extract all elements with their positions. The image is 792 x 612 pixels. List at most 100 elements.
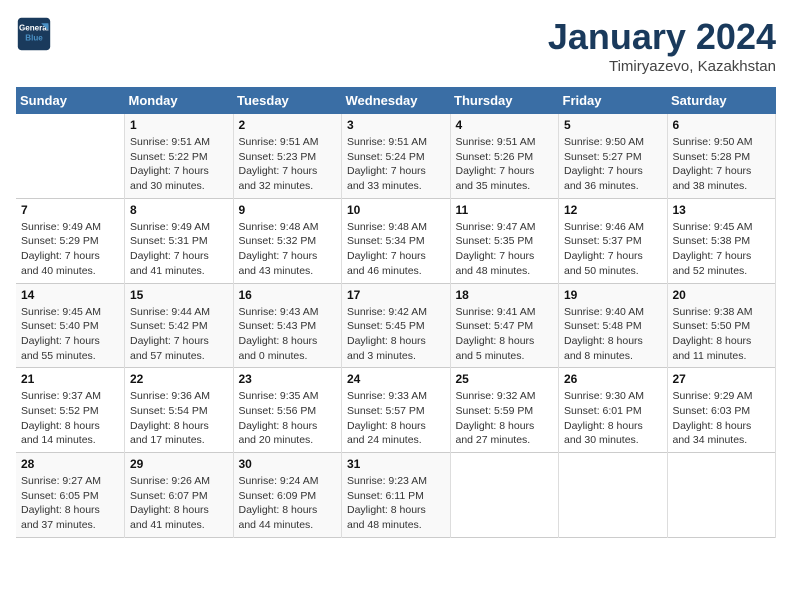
day-number: 21 xyxy=(21,372,119,386)
day-cell: 27Sunrise: 9:29 AMSunset: 6:03 PMDayligh… xyxy=(667,368,776,453)
weekday-header-thursday: Thursday xyxy=(450,87,559,114)
day-cell: 13Sunrise: 9:45 AMSunset: 5:38 PMDayligh… xyxy=(667,198,776,283)
week-row-3: 14Sunrise: 9:45 AMSunset: 5:40 PMDayligh… xyxy=(16,283,776,368)
day-number: 18 xyxy=(456,288,554,302)
day-number: 29 xyxy=(130,457,228,471)
day-info: Sunrise: 9:33 AMSunset: 5:57 PMDaylight:… xyxy=(347,389,445,448)
day-cell: 3 Sunrise: 9:51 AMSunset: 5:24 PMDaylight… xyxy=(342,114,451,198)
day-number: 11 xyxy=(456,203,554,217)
page-header: General Blue January 2024 Timiryazevo, K… xyxy=(16,16,776,75)
day-number: 15 xyxy=(130,288,228,302)
day-number: 28 xyxy=(21,457,119,471)
day-number: 25 xyxy=(456,372,554,386)
day-number: 16 xyxy=(239,288,337,302)
calendar-subtitle: Timiryazevo, Kazakhstan xyxy=(548,58,776,75)
day-cell: 24 Sunrise: 9:33 AMSunset: 5:57 PMDayligh… xyxy=(342,368,451,453)
day-cell: 31 Sunrise: 9:23 AMSunset: 6:11 PMDayligh… xyxy=(342,453,451,538)
day-info: Sunrise: 9:43 AMSunset: 5:43 PMDaylight:… xyxy=(239,305,337,364)
day-number: 22 xyxy=(130,372,228,386)
day-info: Sunrise: 9:51 AMSunset: 5:24 PMDaylight:… xyxy=(347,135,445,194)
day-cell: 10Sunrise: 9:48 AMSunset: 5:34 PMDayligh… xyxy=(342,198,451,283)
day-info: Sunrise: 9:37 AMSunset: 5:52 PMDaylight:… xyxy=(21,389,119,448)
day-info: Sunrise: 9:50 AMSunset: 5:27 PMDaylight:… xyxy=(564,135,662,194)
day-info: Sunrise: 9:49 AMSunset: 5:29 PMDaylight:… xyxy=(21,220,119,279)
day-number: 3 xyxy=(347,118,445,132)
weekday-header-saturday: Saturday xyxy=(667,87,776,114)
day-number: 2 xyxy=(239,118,337,132)
day-number: 8 xyxy=(130,203,228,217)
day-info: Sunrise: 9:24 AMSunset: 6:09 PMDaylight:… xyxy=(239,474,337,533)
day-cell xyxy=(667,453,776,538)
logo-icon: General Blue xyxy=(16,16,52,52)
day-number: 23 xyxy=(239,372,337,386)
day-cell: 19 Sunrise: 9:40 AMSunset: 5:48 PMDayligh… xyxy=(559,283,668,368)
day-info: Sunrise: 9:51 AMSunset: 5:23 PMDaylight:… xyxy=(239,135,337,194)
day-info: Sunrise: 9:27 AMSunset: 6:05 PMDaylight:… xyxy=(21,474,119,533)
day-cell: 11Sunrise: 9:47 AMSunset: 5:35 PMDayligh… xyxy=(450,198,559,283)
day-info: Sunrise: 9:32 AMSunset: 5:59 PMDaylight:… xyxy=(456,389,554,448)
day-cell: 26 Sunrise: 9:30 AMSunset: 6:01 PMDayligh… xyxy=(559,368,668,453)
day-cell: 15Sunrise: 9:44 AMSunset: 5:42 PMDayligh… xyxy=(125,283,234,368)
calendar-table: SundayMondayTuesdayWednesdayThursdayFrid… xyxy=(16,87,776,538)
day-cell: 6 Sunrise: 9:50 AMSunset: 5:28 PMDaylight… xyxy=(667,114,776,198)
day-cell: 28 Sunrise: 9:27 AMSunset: 6:05 PMDayligh… xyxy=(16,453,125,538)
day-info: Sunrise: 9:26 AMSunset: 6:07 PMDaylight:… xyxy=(130,474,228,533)
day-cell: 1 Sunrise: 9:51 AMSunset: 5:22 PMDaylight… xyxy=(125,114,234,198)
day-cell xyxy=(16,114,125,198)
day-cell: 7 Sunrise: 9:49 AMSunset: 5:29 PMDaylight… xyxy=(16,198,125,283)
day-number: 9 xyxy=(239,203,337,217)
day-number: 6 xyxy=(673,118,771,132)
title-block: January 2024 Timiryazevo, Kazakhstan xyxy=(548,16,776,75)
day-cell: 21 Sunrise: 9:37 AMSunset: 5:52 PMDayligh… xyxy=(16,368,125,453)
weekday-header-wednesday: Wednesday xyxy=(342,87,451,114)
day-info: Sunrise: 9:48 AMSunset: 5:34 PMDaylight:… xyxy=(347,220,445,279)
day-number: 19 xyxy=(564,288,662,302)
day-info: Sunrise: 9:40 AMSunset: 5:48 PMDaylight:… xyxy=(564,305,662,364)
day-info: Sunrise: 9:38 AMSunset: 5:50 PMDaylight:… xyxy=(673,305,771,364)
day-number: 12 xyxy=(564,203,662,217)
day-cell: 29 Sunrise: 9:26 AMSunset: 6:07 PMDayligh… xyxy=(125,453,234,538)
day-info: Sunrise: 9:51 AMSunset: 5:26 PMDaylight:… xyxy=(456,135,554,194)
weekday-header-friday: Friday xyxy=(559,87,668,114)
day-number: 17 xyxy=(347,288,445,302)
day-cell: 5 Sunrise: 9:50 AMSunset: 5:27 PMDaylight… xyxy=(559,114,668,198)
day-info: Sunrise: 9:51 AMSunset: 5:22 PMDaylight:… xyxy=(130,135,228,194)
day-cell xyxy=(450,453,559,538)
logo: General Blue xyxy=(16,16,52,52)
day-number: 24 xyxy=(347,372,445,386)
day-cell: 16 Sunrise: 9:43 AMSunset: 5:43 PMDayligh… xyxy=(233,283,342,368)
calendar-title: January 2024 xyxy=(548,16,776,58)
day-number: 7 xyxy=(21,203,119,217)
day-info: Sunrise: 9:30 AMSunset: 6:01 PMDaylight:… xyxy=(564,389,662,448)
day-number: 5 xyxy=(564,118,662,132)
day-info: Sunrise: 9:50 AMSunset: 5:28 PMDaylight:… xyxy=(673,135,771,194)
weekday-header-sunday: Sunday xyxy=(16,87,125,114)
day-info: Sunrise: 9:46 AMSunset: 5:37 PMDaylight:… xyxy=(564,220,662,279)
weekday-header-row: SundayMondayTuesdayWednesdayThursdayFrid… xyxy=(16,87,776,114)
day-number: 20 xyxy=(673,288,771,302)
day-number: 4 xyxy=(456,118,554,132)
day-number: 1 xyxy=(130,118,228,132)
day-number: 31 xyxy=(347,457,445,471)
day-info: Sunrise: 9:23 AMSunset: 6:11 PMDaylight:… xyxy=(347,474,445,533)
day-cell xyxy=(559,453,668,538)
day-number: 26 xyxy=(564,372,662,386)
day-cell: 9Sunrise: 9:48 AMSunset: 5:32 PMDaylight… xyxy=(233,198,342,283)
day-info: Sunrise: 9:36 AMSunset: 5:54 PMDaylight:… xyxy=(130,389,228,448)
weekday-header-monday: Monday xyxy=(125,87,234,114)
day-cell: 18 Sunrise: 9:41 AMSunset: 5:47 PMDayligh… xyxy=(450,283,559,368)
weekday-header-tuesday: Tuesday xyxy=(233,87,342,114)
week-row-1: 1 Sunrise: 9:51 AMSunset: 5:22 PMDaylight… xyxy=(16,114,776,198)
day-cell: 22 Sunrise: 9:36 AMSunset: 5:54 PMDayligh… xyxy=(125,368,234,453)
week-row-2: 7 Sunrise: 9:49 AMSunset: 5:29 PMDaylight… xyxy=(16,198,776,283)
day-info: Sunrise: 9:45 AMSunset: 5:40 PMDaylight:… xyxy=(21,305,119,364)
day-cell: 4 Sunrise: 9:51 AMSunset: 5:26 PMDaylight… xyxy=(450,114,559,198)
day-cell: 12 Sunrise: 9:46 AMSunset: 5:37 PMDayligh… xyxy=(559,198,668,283)
svg-text:Blue: Blue xyxy=(25,33,43,42)
day-info: Sunrise: 9:41 AMSunset: 5:47 PMDaylight:… xyxy=(456,305,554,364)
day-cell: 20 Sunrise: 9:38 AMSunset: 5:50 PMDayligh… xyxy=(667,283,776,368)
day-info: Sunrise: 9:29 AMSunset: 6:03 PMDaylight:… xyxy=(673,389,771,448)
day-info: Sunrise: 9:35 AMSunset: 5:56 PMDaylight:… xyxy=(239,389,337,448)
day-cell: 23 Sunrise: 9:35 AMSunset: 5:56 PMDayligh… xyxy=(233,368,342,453)
day-cell: 2 Sunrise: 9:51 AMSunset: 5:23 PMDaylight… xyxy=(233,114,342,198)
